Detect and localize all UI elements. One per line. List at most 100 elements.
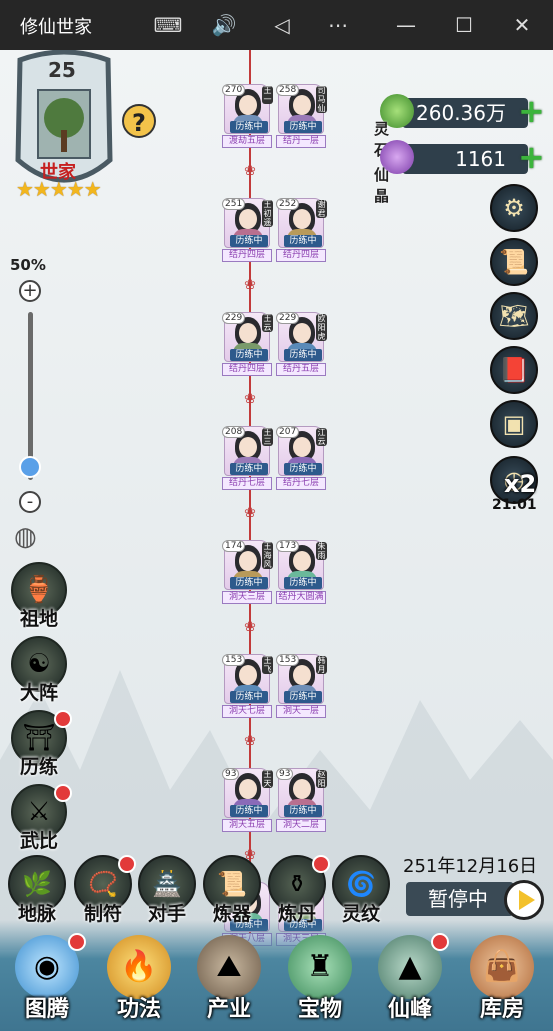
menu-duel[interactable]: ⚔ 武比: [8, 784, 72, 853]
family-member-card[interactable]: 270 王一 历练中 渡劫五层: [222, 84, 273, 150]
tool-forge[interactable]: 📜 炼器: [201, 855, 263, 926]
tree-knot-icon: ❀: [244, 733, 256, 749]
member-realm: 洞天二层: [276, 819, 326, 832]
family-stars: ★★★★★: [16, 177, 102, 201]
member-realm: 结丹四层: [222, 363, 272, 376]
menu-array[interactable]: ☯ 大阵: [8, 636, 70, 705]
help-button[interactable]: ?: [122, 104, 156, 138]
tool-rune[interactable]: 🌀 灵纹: [330, 855, 392, 926]
family-member-card[interactable]: 153 王飞 历练中 洞天七层: [222, 654, 273, 720]
scroll-icon[interactable]: 📜: [490, 238, 538, 286]
maximize-icon[interactable]: ☐: [446, 8, 482, 42]
member-realm: 结丹七层: [276, 477, 326, 490]
member-status: 历练中: [284, 805, 322, 817]
member-name: 赵阳: [316, 770, 327, 788]
member-name: 江云: [316, 428, 327, 446]
zoom-slider[interactable]: [28, 312, 33, 480]
family-member-card[interactable]: 229 王云 历练中 结丹四层: [222, 312, 273, 378]
member-realm: 洞天七层: [222, 705, 272, 718]
back-icon[interactable]: ◁: [264, 8, 300, 42]
tool-alchemy[interactable]: ⚱ 炼丹: [266, 855, 330, 926]
zoom-slider-handle[interactable]: [19, 455, 41, 478]
family-member-card[interactable]: 208 王三 历练中 结丹七层: [222, 426, 273, 492]
locate-icon[interactable]: ◍: [14, 522, 37, 552]
nav-label: 库房: [479, 997, 524, 1022]
family-member-card[interactable]: 173 朱雨 历练中 结丹大圆满: [276, 540, 327, 606]
nav-industry[interactable]: ⛰ 产业: [186, 935, 272, 1031]
member-status: 历练中: [284, 349, 322, 361]
notification-dot: [54, 710, 72, 728]
game-date: 251年12月16日: [403, 856, 538, 877]
speed-timer: 21:01: [492, 497, 537, 513]
family-member-card[interactable]: 251 王初遥 历练中 结丹四层: [222, 198, 273, 264]
member-name: 王三: [262, 428, 273, 446]
family-member-card[interactable]: 258 司马仙 历练中 结丹一层: [276, 84, 327, 150]
nav-treasure[interactable]: ♜ 宝物: [277, 935, 363, 1031]
member-realm: 结丹大圆满: [276, 591, 326, 604]
technique-icon: 🔥: [107, 935, 171, 999]
member-status: 历练中: [284, 691, 322, 703]
family-member-card[interactable]: 207 江云历练中结丹七层: [276, 426, 327, 492]
family-member-card[interactable]: 153 韩月 历练中 洞天一层: [276, 654, 327, 720]
family-level: 25: [48, 58, 76, 82]
family-member-card[interactable]: 252 谢君历练中结丹四层: [276, 198, 327, 264]
member-realm: 结丹四层: [276, 249, 326, 262]
zoom-out-button[interactable]: -: [19, 491, 41, 513]
pause-status: 暂停中: [406, 882, 514, 916]
nav-technique[interactable]: 🔥 功法: [96, 935, 182, 1031]
member-age: 93: [222, 768, 240, 780]
immortal-crystal-add-button[interactable]: +: [518, 141, 545, 173]
tool-earth-vein[interactable]: 🌿 地脉: [6, 855, 68, 926]
play-button[interactable]: [504, 880, 544, 920]
member-status: 历练中: [230, 463, 268, 475]
member-name: 王海风: [262, 542, 273, 569]
member-age: 174: [222, 540, 246, 552]
spirit-stone-add-button[interactable]: +: [518, 95, 545, 127]
member-name: 司马仙: [316, 86, 327, 113]
notification-dot: [431, 933, 449, 951]
member-name: 谢君: [316, 200, 327, 218]
family-member-card[interactable]: 174 王海风 历练中 洞天三层: [222, 540, 273, 606]
member-realm: 结丹七层: [222, 477, 272, 490]
volume-icon[interactable]: 🔊: [206, 8, 242, 42]
window-titlebar: 修仙世家 ⌨ 🔊 ◁ ⋯ — ☐ ✕: [0, 0, 553, 50]
member-age: 153: [222, 654, 246, 666]
member-age: 252: [276, 198, 300, 210]
minimize-icon[interactable]: —: [388, 8, 424, 42]
member-age: 229: [276, 312, 300, 324]
tree-knot-icon: ❀: [244, 619, 256, 635]
family-member-card[interactable]: 229 欧阳虎 历练中 结丹五层: [276, 312, 327, 378]
speed-multiplier: x2: [504, 470, 537, 498]
menu-label: 大阵: [19, 682, 58, 704]
spirit-stone-value: 260.36万: [402, 98, 528, 128]
zoom-percent: 50%: [10, 256, 46, 274]
member-age: 258: [276, 84, 300, 96]
member-name: 王云: [262, 314, 273, 332]
member-realm: 结丹四层: [222, 249, 272, 262]
map-icon[interactable]: 🗺: [490, 292, 538, 340]
red-book-icon[interactable]: 📕: [490, 346, 538, 394]
member-status: 历练中: [284, 235, 322, 247]
treasure-map-icon[interactable]: ▣: [490, 400, 538, 448]
window-title: 修仙世家: [20, 17, 92, 38]
nav-totem[interactable]: ◉ 图腾: [4, 933, 90, 1031]
close-icon[interactable]: ✕: [504, 8, 540, 42]
nav-warehouse[interactable]: 👜 库房: [459, 935, 545, 1031]
family-member-card[interactable]: 93 王天 历练中 洞天五层: [222, 768, 273, 834]
more-icon[interactable]: ⋯: [320, 8, 356, 42]
member-age: 173: [276, 540, 300, 552]
family-member-card[interactable]: 93 赵阳 历练中 洞天二层: [276, 768, 327, 834]
tool-talisman[interactable]: 📿 制符: [72, 855, 136, 926]
tool-rival[interactable]: 🏯 对手: [136, 855, 198, 926]
member-name: 王天: [262, 770, 273, 788]
nav-immortal-peak[interactable]: ▲ 仙峰: [367, 933, 453, 1031]
menu-label: 祖地: [19, 608, 58, 630]
member-age: 207: [276, 426, 300, 438]
immortal-crystal-label: 仙晶: [374, 166, 390, 205]
keyboard-icon[interactable]: ⌨: [150, 8, 186, 42]
menu-ancestor-land[interactable]: 🏺 祖地: [8, 562, 70, 631]
settings-icon[interactable]: ⚙: [490, 184, 538, 232]
menu-training[interactable]: ⛩ 历练: [8, 710, 72, 779]
zoom-in-button[interactable]: +: [19, 280, 41, 302]
member-status: 历练中: [284, 463, 322, 475]
